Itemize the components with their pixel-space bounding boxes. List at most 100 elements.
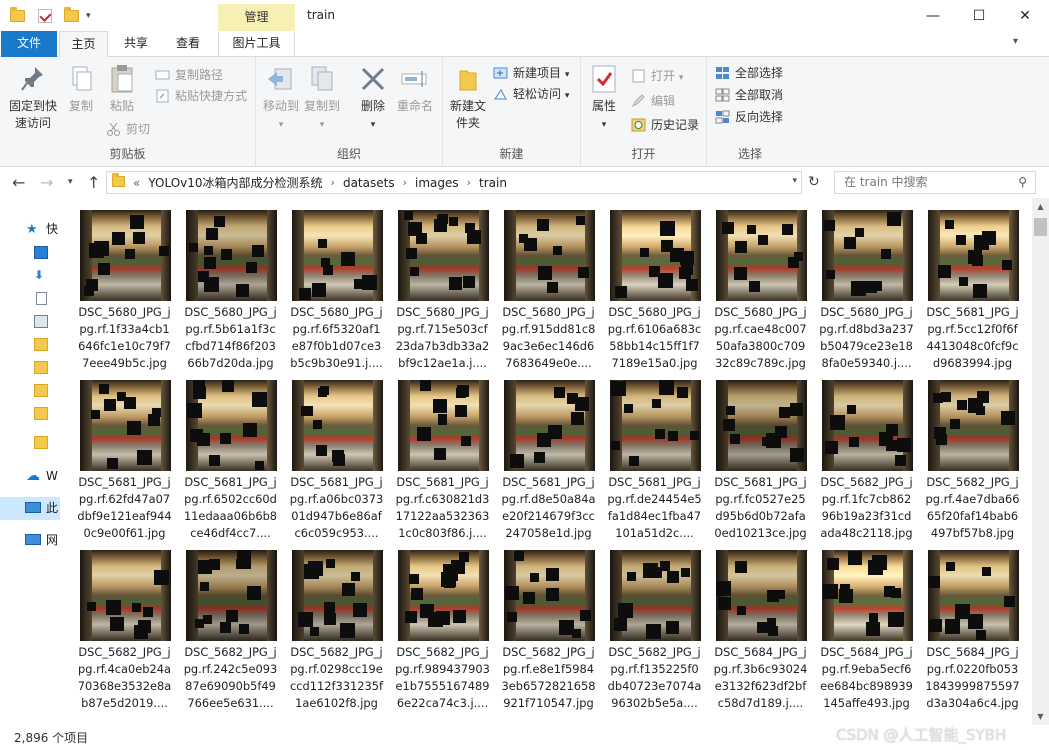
breadcrumb-overflow[interactable]: « xyxy=(133,176,140,190)
nav-item-folder[interactable] xyxy=(0,379,60,402)
file-tile[interactable]: DSC_5682_JPG_jpg.rf.4ca0eb24a70368e3532e… xyxy=(74,538,174,710)
nav-item-desktop[interactable] xyxy=(0,241,60,264)
address-bar[interactable]: « YOLOv10冰箱内部成分检测系统 › datasets › images … xyxy=(106,171,802,194)
invert-selection-icon xyxy=(715,110,730,124)
forward-arrow-icon[interactable]: → xyxy=(40,173,53,192)
maximize-button[interactable]: ☐ xyxy=(956,0,1002,31)
breadcrumb-separator-icon[interactable]: › xyxy=(403,176,407,189)
tab-share[interactable]: 共享 xyxy=(116,31,156,57)
file-tile[interactable]: DSC_5684_JPG_jpg.rf.0220fb05318439998755… xyxy=(922,538,1022,710)
nav-network[interactable]: 网 xyxy=(0,529,60,552)
file-tile[interactable]: DSC_5681_JPG_jpg.rf.d8e50a84ae20f214679f… xyxy=(498,368,598,540)
file-tile[interactable]: DSC_5681_JPG_jpg.rf.62fd47a07dbf9e121eaf… xyxy=(74,368,174,540)
open-button[interactable]: 打开 ▾ xyxy=(631,66,683,86)
file-tile[interactable]: DSC_5680_JPG_jpg.rf.d8bd3a237b50479ce23e… xyxy=(816,198,916,370)
copy-to-button[interactable]: 复制到 ▾ xyxy=(302,63,342,134)
nav-onedrive[interactable]: ☁ W xyxy=(0,465,60,488)
scroll-down-icon[interactable]: ▼ xyxy=(1032,708,1049,725)
file-tile[interactable]: DSC_5684_JPG_jpg.rf.9eba5ecf6ee684bc8989… xyxy=(816,538,916,710)
breadcrumb-datasets[interactable]: datasets xyxy=(343,176,395,190)
file-tile[interactable]: DSC_5681_JPG_jpg.rf.5cc12f0f6f4413048c0f… xyxy=(922,198,1022,370)
breadcrumb-separator-icon[interactable]: › xyxy=(331,176,335,189)
new-folder-quick-icon[interactable] xyxy=(64,7,79,25)
paste-button[interactable]: 粘贴 xyxy=(104,63,140,115)
nav-item-folder[interactable] xyxy=(0,356,60,379)
paste-shortcut-button[interactable]: 粘贴快捷方式 xyxy=(155,86,247,106)
manage-tab[interactable]: 管理 xyxy=(218,4,295,31)
file-tile[interactable]: DSC_5680_JPG_jpg.rf.6f5320af1e87f0b1d07c… xyxy=(286,198,386,370)
file-tile[interactable]: DSC_5682_JPG_jpg.rf.f135225f0db40723e707… xyxy=(604,538,704,710)
easy-access-button[interactable]: 轻松访问 ▾ xyxy=(493,84,569,104)
file-tile[interactable]: DSC_5681_JPG_jpg.rf.fc0527e25d95b6d0b72a… xyxy=(710,368,810,540)
nav-item-folder[interactable] xyxy=(0,431,60,454)
breadcrumb-project[interactable]: YOLOv10冰箱内部成分检测系统 xyxy=(148,174,322,191)
file-tile[interactable]: DSC_5684_JPG_jpg.rf.3b6c93024e3132f623df… xyxy=(710,538,810,710)
nav-quick-access[interactable]: ★ 快 xyxy=(0,218,60,241)
mosaic-patch xyxy=(530,573,539,582)
up-arrow-icon[interactable]: ↑ xyxy=(87,173,100,192)
history-button[interactable]: 历史记录 xyxy=(631,115,699,135)
rename-button[interactable]: 重命名 xyxy=(394,63,436,115)
select-all-button[interactable]: 全部选择 xyxy=(715,63,783,83)
file-tile[interactable]: DSC_5681_JPG_jpg.rf.6502cc60d11edaaa06b6… xyxy=(180,368,280,540)
file-tile[interactable]: DSC_5681_JPG_jpg.rf.a06bc037301d947b6e86… xyxy=(286,368,386,540)
collapse-ribbon-icon[interactable]: ▾ xyxy=(1013,36,1018,47)
nav-item-documents[interactable] xyxy=(0,287,60,310)
invert-selection-button[interactable]: 反向选择 xyxy=(715,107,783,127)
nav-item-folder[interactable] xyxy=(0,333,60,356)
tab-view[interactable]: 查看 xyxy=(168,31,208,57)
tab-file[interactable]: 文件 xyxy=(1,31,57,57)
move-to-button[interactable]: 移动到 ▾ xyxy=(262,63,300,134)
mosaic-patch xyxy=(546,568,559,581)
nav-this-pc[interactable]: 此 xyxy=(0,497,60,520)
file-tile[interactable]: DSC_5680_JPG_jpg.rf.5b61a1f3ccfbd714f86f… xyxy=(180,198,280,370)
nav-item-pictures[interactable] xyxy=(0,310,60,333)
select-none-button[interactable]: 全部取消 xyxy=(715,85,783,105)
edit-button[interactable]: 编辑 xyxy=(631,91,675,111)
select-none-label: 全部取消 xyxy=(735,88,784,102)
back-arrow-icon[interactable]: ← xyxy=(12,173,25,192)
new-folder-button[interactable]: 新建文件夹 xyxy=(447,63,489,132)
refresh-icon[interactable]: ↻ xyxy=(808,174,820,190)
scroll-thumb[interactable] xyxy=(1034,218,1047,236)
vertical-scrollbar[interactable]: ▲ ▼ xyxy=(1032,198,1049,725)
nav-item-downloads[interactable]: ⬇ xyxy=(0,264,60,287)
close-button[interactable]: ✕ xyxy=(1002,0,1048,31)
new-item-button[interactable]: 新建项目 ▾ xyxy=(493,63,569,83)
file-tile[interactable]: DSC_5680_JPG_jpg.rf.6106a683c58bb14c15ff… xyxy=(604,198,704,370)
file-tile[interactable]: DSC_5680_JPG_jpg.rf.915dd81c89ac3e6ec146… xyxy=(498,198,598,370)
pin-quick-access-button[interactable]: 固定到快速访问 xyxy=(6,63,60,132)
file-tile[interactable]: DSC_5680_JPG_jpg.rf.1f33a4cb1646fc1e10c7… xyxy=(74,198,174,370)
customize-quick-access-icon[interactable]: ▾ xyxy=(86,7,91,25)
properties-button[interactable]: 属性 ▾ xyxy=(587,63,621,134)
tab-picture-tools[interactable]: 图片工具 xyxy=(218,31,295,57)
scroll-up-icon[interactable]: ▲ xyxy=(1032,198,1049,215)
cut-button[interactable]: 剪切 xyxy=(106,119,150,139)
file-tile[interactable]: DSC_5682_JPG_jpg.rf.e8e1f59843eb65728216… xyxy=(498,538,598,710)
mosaic-patch xyxy=(510,454,524,468)
recent-locations-icon[interactable]: ▾ xyxy=(68,177,73,187)
file-tile[interactable]: DSC_5680_JPG_jpg.rf.cae48c00750afa3800c7… xyxy=(710,198,810,370)
search-input[interactable]: 在 train 中搜索 ⚲ xyxy=(834,171,1036,194)
tab-home[interactable]: 主页 xyxy=(59,31,108,58)
breadcrumb-separator-icon[interactable]: › xyxy=(467,176,471,189)
file-name: DSC_5682_JPG_jpg.rf.4ae7dba6665f20faf14b… xyxy=(925,475,1020,540)
file-tile[interactable]: DSC_5680_JPG_jpg.rf.715e503cf23da7b3db33… xyxy=(392,198,492,370)
file-tile[interactable]: DSC_5681_JPG_jpg.rf.de24454e5fa1d84ec1fb… xyxy=(604,368,704,540)
nav-item-folder[interactable] xyxy=(0,402,60,425)
copy-button[interactable]: 复制 xyxy=(64,63,98,115)
file-tile[interactable]: DSC_5682_JPG_jpg.rf.1fc7cb86296b19a23f31… xyxy=(816,368,916,540)
copy-path-button[interactable]: 复制路径 xyxy=(155,65,223,85)
breadcrumb-images[interactable]: images xyxy=(415,176,459,190)
file-tile[interactable]: DSC_5682_JPG_jpg.rf.4ae7dba6665f20faf14b… xyxy=(922,368,1022,540)
address-dropdown-icon[interactable]: ▾ xyxy=(792,176,797,186)
minimize-button[interactable]: — xyxy=(910,0,956,31)
delete-button[interactable]: 删除 ▾ xyxy=(356,63,390,134)
file-tile[interactable]: DSC_5681_JPG_jpg.rf.c630821d317122aa5323… xyxy=(392,368,492,540)
breadcrumb-train[interactable]: train xyxy=(479,176,507,190)
file-tile[interactable]: DSC_5682_JPG_jpg.rf.242c5e09387e69090b5f… xyxy=(180,538,280,710)
file-tile[interactable]: DSC_5682_JPG_jpg.rf.989437903e1b75551674… xyxy=(392,538,492,710)
file-tile[interactable]: DSC_5682_JPG_jpg.rf.0298cc19eccd112f3312… xyxy=(286,538,386,710)
properties-quick-icon[interactable] xyxy=(38,7,52,25)
file-name: DSC_5680_JPG_jpg.rf.915dd81c89ac3e6ec146… xyxy=(501,305,596,370)
